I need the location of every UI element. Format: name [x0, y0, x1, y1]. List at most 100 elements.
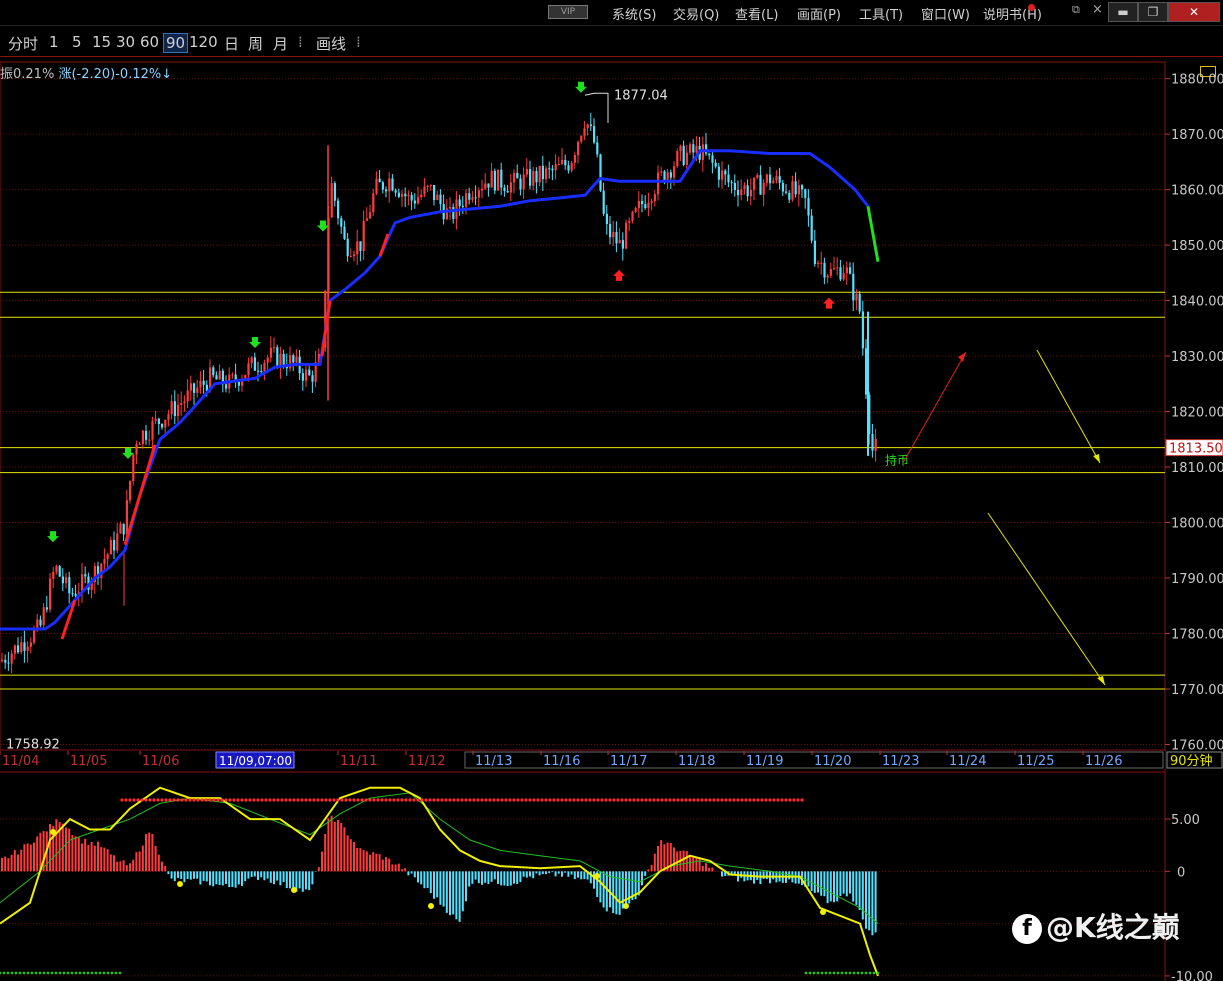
signal-dot: [180, 798, 184, 802]
candle-body: [695, 145, 698, 153]
candle-body: [513, 172, 516, 183]
signal-dot: [42, 971, 46, 975]
signal-dot: [272, 798, 276, 802]
signal-dot: [644, 798, 648, 802]
signal-dot: [86, 971, 90, 975]
candle-body: [813, 240, 816, 264]
candle-body: [602, 190, 605, 214]
signal-dot: [392, 798, 396, 802]
signal-dot: [352, 798, 356, 802]
candle-body: [215, 375, 218, 380]
candle-body: [637, 200, 640, 209]
signal-dot: [220, 798, 224, 802]
candle-body: [826, 275, 829, 278]
signal-dot: [252, 798, 256, 802]
signal-dot: [408, 798, 412, 802]
cross-marker: [820, 909, 826, 915]
y-tick-label: 1830.00: [1171, 350, 1223, 365]
candle-body: [481, 188, 484, 191]
candle-body: [74, 593, 77, 596]
candle-body: [263, 362, 266, 372]
candle-body: [369, 212, 372, 219]
candle-body: [493, 170, 496, 191]
candle-body: [295, 356, 298, 363]
x-tick-label: 11/24: [949, 754, 986, 769]
moving-average-down-segment: [866, 206, 880, 262]
candle-body: [138, 443, 141, 445]
signal-dot: [184, 798, 188, 802]
candle-body: [164, 419, 167, 428]
candle-body: [132, 454, 135, 482]
candle-body: [708, 153, 711, 156]
candle-body: [833, 268, 836, 270]
x-tick-label: 11/23: [882, 754, 919, 769]
signal-dot: [836, 971, 840, 975]
candle-body: [372, 193, 375, 213]
candle-body: [557, 163, 560, 165]
signal-dot: [468, 798, 472, 802]
signal-dot: [404, 798, 408, 802]
candle-body: [420, 194, 423, 198]
candle-body: [39, 619, 42, 626]
candle-body: [577, 141, 580, 156]
high-price-label: 1877.04: [614, 88, 668, 103]
signal-dot: [528, 798, 532, 802]
signal-dot: [304, 798, 308, 802]
candle-body: [650, 201, 653, 203]
signal-dot: [50, 971, 54, 975]
candle-body: [449, 207, 452, 209]
x-tick-label: 11/12: [408, 754, 445, 769]
candle-body: [20, 642, 23, 653]
candle-body: [311, 375, 314, 382]
candle-body: [609, 224, 612, 238]
signal-dot: [596, 798, 600, 802]
candle-body: [465, 193, 468, 207]
candle-body: [353, 254, 356, 257]
candle-body: [647, 202, 650, 209]
candle-body: [45, 607, 48, 610]
signal-dot: [128, 798, 132, 802]
sub-y-tick-label: -10.00: [1171, 970, 1213, 981]
candle-body: [682, 145, 685, 165]
candle-body: [388, 178, 391, 192]
candle-body: [84, 574, 87, 577]
x-tick-label: 11/11: [340, 754, 377, 769]
candle-body: [340, 218, 343, 227]
candle-body: [852, 273, 855, 301]
candle-body: [743, 185, 746, 190]
candle-body: [561, 159, 564, 164]
signal-dot: [500, 798, 504, 802]
signal-dot: [18, 971, 22, 975]
signal-dot: [172, 798, 176, 802]
signal-dot: [548, 798, 552, 802]
y-tick-label: 1780.00: [1171, 627, 1223, 642]
signal-dot: [616, 798, 620, 802]
signal-dot: [760, 798, 764, 802]
candle-body: [10, 653, 13, 664]
candle-body: [740, 189, 743, 196]
signal-dot: [82, 971, 86, 975]
candle-body: [269, 347, 272, 358]
price-chart[interactable]: 1877.041758.92持币 1880.001870.001860.0018…: [0, 0, 1223, 981]
signal-dot: [868, 971, 872, 975]
candle-body: [212, 367, 215, 376]
candle-body: [554, 164, 557, 171]
candle-body: [874, 439, 877, 451]
candle-body: [199, 380, 202, 388]
candle-body: [525, 169, 528, 175]
signal-dot: [512, 798, 516, 802]
period-label: 90分钟: [1170, 753, 1213, 769]
signal-dot: [872, 971, 876, 975]
signal-dot: [748, 798, 752, 802]
signal-dot: [696, 798, 700, 802]
candle-body: [330, 183, 333, 218]
candle-body: [292, 355, 295, 363]
signal-dot: [192, 798, 196, 802]
candle-body: [68, 577, 71, 594]
candle-body: [605, 213, 608, 225]
candle-body: [167, 414, 170, 420]
candle-body: [644, 204, 647, 209]
signal-dot: [296, 798, 300, 802]
signal-dot: [360, 798, 364, 802]
x-tick-label: 11/17: [610, 754, 647, 769]
